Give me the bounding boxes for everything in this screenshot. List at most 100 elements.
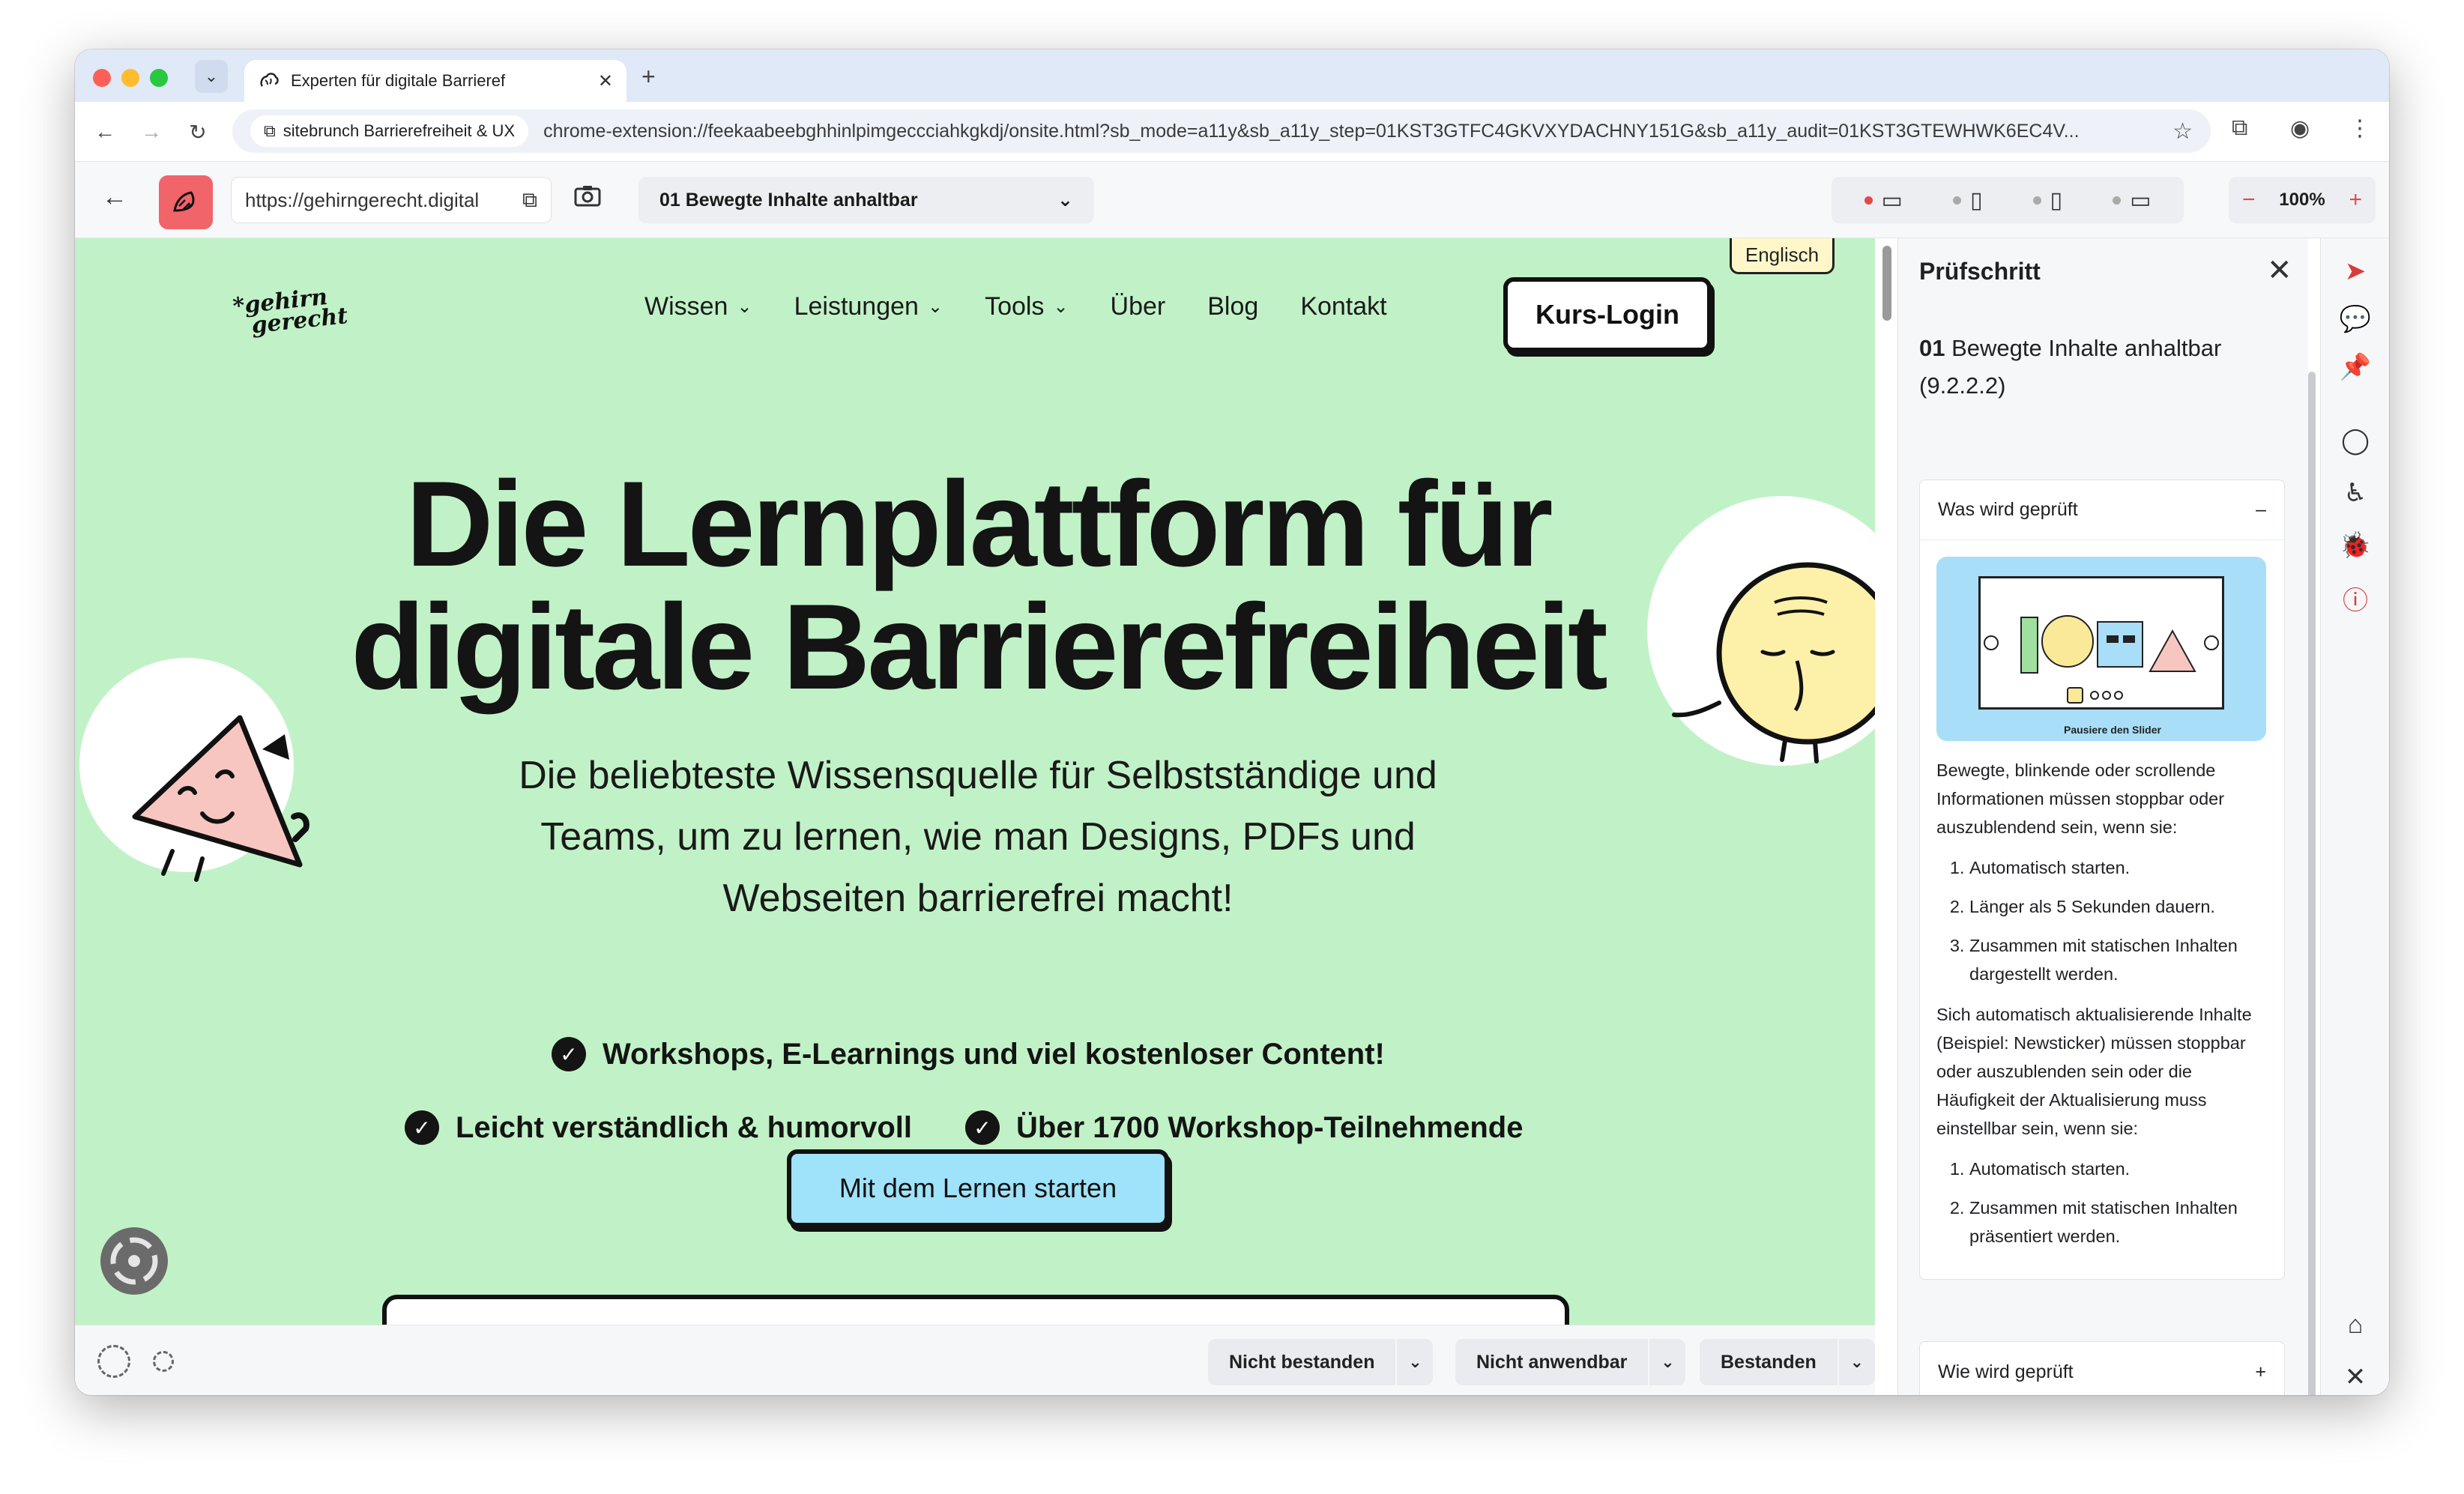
brain-favicon-icon bbox=[260, 73, 279, 87]
website-viewport: Englisch *gehirn gerecht Wissen ⌄ Leistun… bbox=[75, 238, 1875, 1376]
step-select[interactable]: 01 Bewegte Inhalte anhaltbar ⌄ bbox=[638, 177, 1094, 223]
page-url-text: https://gehirngerecht.digital bbox=[245, 188, 480, 211]
checkmark-icon: ✓ bbox=[405, 1110, 439, 1145]
new-tab-button[interactable]: + bbox=[641, 63, 656, 91]
chevron-down-icon: ⌄ bbox=[1057, 190, 1073, 211]
nav-item-blog[interactable]: Blog bbox=[1207, 292, 1258, 321]
nav-item-tools[interactable]: Tools ⌄ bbox=[985, 292, 1068, 321]
profile-icon[interactable]: ◉ bbox=[2290, 115, 2310, 142]
triangle-character-illustration bbox=[132, 715, 309, 882]
chevron-down-icon: ⌄ bbox=[204, 67, 219, 85]
site-chip[interactable]: ⧉ sitebrunch Barrierefreiheit & UX bbox=[250, 115, 529, 147]
pin-icon[interactable]: 📌 bbox=[2336, 348, 2375, 387]
device-tablet-button[interactable]: ▯ bbox=[1952, 187, 1982, 214]
nav-item-wissen[interactable]: Wissen ⌄ bbox=[644, 292, 752, 321]
tablet-landscape-icon: ▭ bbox=[2130, 187, 2152, 213]
feature-item: ✓ Workshops, E-Learnings und viel kosten… bbox=[552, 1037, 1385, 1071]
hero-subtitle: Die beliebteste Wissensquelle für Selbst… bbox=[519, 754, 1437, 920]
nav-label: Blog bbox=[1207, 292, 1259, 321]
chevron-down-icon: ⌄ bbox=[927, 297, 943, 317]
accordion-how-title: Wie wird geprüft bbox=[1938, 1361, 2074, 1382]
kurs-login-button[interactable]: Kurs-Login bbox=[1503, 277, 1712, 352]
zoom-control: − 100% + bbox=[2229, 177, 2376, 223]
nav-item-kontakt[interactable]: Kontakt bbox=[1300, 292, 1386, 321]
nav-label: Tools bbox=[985, 292, 1045, 321]
arrow-left-icon: ← bbox=[102, 183, 127, 211]
not-applicable-button[interactable]: Nicht anwendbar ⌄ bbox=[1455, 1339, 1686, 1385]
panel-close-icon[interactable]: ✕ bbox=[2267, 253, 2292, 288]
list-item: Länger als 5 Sekunden dauern. bbox=[1969, 892, 2268, 921]
start-learning-button[interactable]: Mit dem Lernen starten bbox=[787, 1149, 1169, 1227]
bookmark-star-icon[interactable]: ☆ bbox=[2172, 118, 2193, 145]
feature-label: Über 1700 Workshop-Teilnehmende bbox=[1016, 1110, 1524, 1144]
illustration-caption: Pausiere den Slider bbox=[2064, 724, 2161, 736]
main-nav: Wissen ⌄ Leistungen ⌄ Tools ⌄ Über Blog Kon… bbox=[644, 292, 1387, 321]
close-window-button[interactable] bbox=[93, 69, 111, 87]
site-logo[interactable]: *gehirn gerecht bbox=[232, 284, 349, 339]
arrow-left-icon: ← bbox=[94, 120, 115, 143]
browser-window: ⌄ Experten für digitale Barrieref ✕ + ← … bbox=[75, 49, 2389, 1395]
zoom-level: 100% bbox=[2279, 190, 2325, 210]
menu-kebab-icon[interactable]: ⋮ bbox=[2349, 115, 2371, 142]
zoom-in-button[interactable]: + bbox=[2349, 187, 2362, 213]
result-bar: Nicht bestanden ⌄ Nicht anwendbar ⌄ Best… bbox=[75, 1325, 1875, 1395]
recycle-widget-button[interactable] bbox=[100, 1227, 168, 1295]
zoom-out-button[interactable]: − bbox=[2242, 187, 2256, 213]
device-phone-button[interactable]: ▯ bbox=[2032, 187, 2062, 214]
accordion-what-header[interactable]: Was wird geprüft – bbox=[1920, 480, 2284, 540]
comment-icon[interactable]: ◯ bbox=[2336, 421, 2375, 460]
page-url-field[interactable]: https://gehirngerecht.digital ⧉ bbox=[231, 177, 552, 223]
screenshot-camera-icon[interactable] bbox=[574, 184, 601, 214]
accordion-how-header[interactable]: Wie wird geprüft + bbox=[1920, 1342, 2284, 1395]
slider-illustration: Pausiere den Slider bbox=[1936, 557, 2266, 741]
panel-scrollbar[interactable] bbox=[2308, 372, 2316, 1395]
back-button[interactable]: ← bbox=[88, 115, 121, 148]
nav-item-leistungen[interactable]: Leistungen ⌄ bbox=[794, 292, 943, 321]
add-comment-icon[interactable]: 💬 bbox=[2336, 300, 2375, 339]
criteria-list-2: Automatisch starten. Zusammen mit statis… bbox=[1936, 1155, 2268, 1250]
extension-puzzle-icon: ⧉ bbox=[264, 121, 276, 140]
nav-item-ueber[interactable]: Über bbox=[1111, 292, 1166, 321]
accessibility-icon[interactable]: ♿ bbox=[2336, 474, 2375, 512]
ext-back-button[interactable]: ← bbox=[102, 183, 127, 212]
tab-strip: ⌄ Experten für digitale Barrieref ✕ + bbox=[75, 49, 2389, 102]
tab-search-button[interactable]: ⌄ bbox=[195, 60, 228, 93]
close-icon[interactable]: ✕ bbox=[2336, 1358, 2375, 1395]
tab-close-icon[interactable]: ✕ bbox=[598, 70, 613, 92]
url-text[interactable]: chrome-extension://feekaabeebghhinlpimge… bbox=[543, 121, 2157, 142]
accordion-what: Was wird geprüft – Pausiere den Slider B… bbox=[1919, 480, 2285, 1280]
browser-tab[interactable]: Experten für digitale Barrieref ✕ bbox=[244, 60, 626, 102]
paragraph-2: Sich automatisch aktualisierende Inhalte… bbox=[1936, 1005, 2252, 1138]
omnibox[interactable]: ⧉ sitebrunch Barrierefreiheit & UX chrom… bbox=[232, 109, 2211, 153]
nav-label: Wissen bbox=[644, 292, 728, 321]
not-passed-button[interactable]: Nicht bestanden ⌄ bbox=[1208, 1339, 1434, 1385]
minimize-window-button[interactable] bbox=[121, 69, 139, 87]
expand-icon: + bbox=[2255, 1361, 2266, 1382]
extensions-icon[interactable]: ⧉ bbox=[2232, 115, 2247, 141]
maximize-window-button[interactable] bbox=[150, 69, 168, 87]
info-icon[interactable]: ⓘ bbox=[2336, 578, 2375, 617]
forward-button[interactable]: → bbox=[135, 115, 168, 148]
step-reference: (9.2.2.2) bbox=[1919, 372, 2006, 399]
home-icon[interactable]: ⌂ bbox=[2336, 1305, 2375, 1344]
inactive-dot bbox=[2113, 196, 2122, 205]
device-landscape-button[interactable]: ▭ bbox=[2113, 187, 2151, 214]
select-cursor-icon[interactable]: ➤ bbox=[2336, 252, 2375, 291]
copy-icon[interactable]: ⧉ bbox=[522, 188, 537, 213]
language-badge[interactable]: Englisch bbox=[1730, 238, 1835, 274]
chevron-down-icon[interactable]: ⌄ bbox=[1395, 1339, 1433, 1385]
hero-title: Die Lernplattform für digitale Barrieref… bbox=[351, 456, 1608, 715]
checkmark-icon: ✓ bbox=[552, 1037, 586, 1071]
bug-icon[interactable]: 🐞 bbox=[2336, 526, 2375, 565]
reload-button[interactable]: ↻ bbox=[181, 115, 214, 148]
not-passed-label: Nicht bestanden bbox=[1229, 1351, 1375, 1373]
device-desktop-button[interactable]: ▭ bbox=[1864, 187, 1903, 214]
panel-heading: Prüfschritt bbox=[1919, 258, 2041, 285]
passed-button[interactable]: Bestanden ⌄ bbox=[1700, 1339, 1875, 1385]
shapes-slider-icon bbox=[1984, 615, 2219, 704]
viewport-scrollbar[interactable] bbox=[1882, 246, 1891, 321]
recycle-icon bbox=[110, 1237, 158, 1285]
chevron-down-icon[interactable]: ⌄ bbox=[1837, 1339, 1875, 1385]
sitebrunch-logo[interactable] bbox=[159, 175, 213, 229]
chevron-down-icon[interactable]: ⌄ bbox=[1648, 1339, 1685, 1385]
